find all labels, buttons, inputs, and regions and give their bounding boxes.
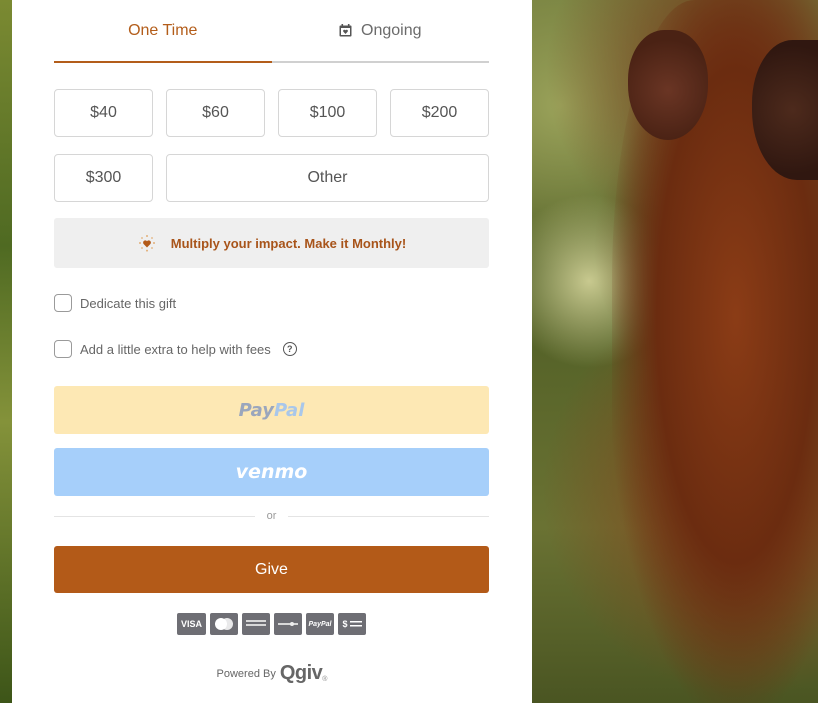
bank-transfer-icon: $ (338, 613, 366, 635)
question-circle-icon[interactable]: ? (282, 342, 297, 356)
powered-by-label: Powered By (216, 667, 276, 680)
baby-orangutan-face (628, 30, 708, 140)
bank-transfer-symbol: $ (342, 619, 348, 629)
or-divider: or (54, 508, 489, 524)
registered-mark-icon: ® (322, 676, 328, 683)
dedicate-gift-option: Dedicate this gift (54, 294, 176, 312)
tab-one-time-label: One Time (128, 21, 198, 39)
dedicate-gift-label: Dedicate this gift (80, 295, 177, 311)
cover-fees-option: Add a little extra to help with fees ? (54, 340, 297, 358)
accepted-payment-icons: VISA PayPal $ (177, 613, 366, 635)
amount-label: $40 (90, 104, 117, 121)
amount-button-60[interactable]: $60 (166, 89, 265, 137)
dedicate-gift-checkbox[interactable] (54, 294, 72, 312)
venmo-logo: venmo (235, 461, 308, 483)
divider-line (288, 515, 489, 517)
paypal-logo-pal: Pal (274, 399, 305, 421)
amount-button-300[interactable]: $300 (54, 154, 153, 202)
heart-sparkle-icon (137, 233, 157, 253)
amount-button-200[interactable]: $200 (390, 89, 489, 137)
other-amount-button[interactable]: Other (166, 154, 489, 202)
give-button[interactable]: Give (54, 546, 489, 593)
tab-one-time[interactable]: One Time (54, 0, 272, 63)
visa-icon: VISA (177, 613, 206, 635)
calendar-heart-icon (339, 24, 352, 37)
venmo-button[interactable]: venmo (54, 448, 489, 496)
amount-label: $300 (85, 169, 122, 186)
amount-button-100[interactable]: $100 (278, 89, 377, 137)
cover-fees-checkbox[interactable] (54, 340, 72, 358)
amex-icon (242, 613, 270, 635)
monthly-upsell-banner[interactable]: Multiply your impact. Make it Monthly! (54, 218, 489, 268)
frequency-tabs: One Time Ongoing (54, 0, 489, 63)
paypal-card-icon: PayPal (306, 613, 334, 635)
qgiv-logo[interactable]: Qgiv (280, 662, 323, 685)
discover-icon (274, 613, 302, 635)
amount-label: $100 (309, 104, 346, 121)
cover-fees-label: Add a little extra to help with fees (80, 341, 271, 357)
monthly-upsell-text: Multiply your impact. Make it Monthly! (170, 235, 407, 251)
amount-button-40[interactable]: $40 (54, 89, 153, 137)
background-photo-left (0, 0, 12, 703)
donation-form: One Time Ongoing $40 $60 $100 $200 $300 (12, 0, 532, 703)
powered-by: Powered By Qgiv ® (12, 662, 532, 685)
paypal-logo-pay: Pay (238, 399, 274, 421)
paypal-button[interactable]: Pay Pal (54, 386, 489, 434)
or-text: or (266, 510, 277, 522)
amount-label: $60 (202, 104, 229, 121)
tab-ongoing-label: Ongoing (361, 21, 422, 39)
mastercard-icon (210, 613, 238, 635)
tab-ongoing[interactable]: Ongoing (271, 0, 489, 63)
other-amount-label: Other (307, 169, 348, 186)
amount-label: $200 (421, 104, 458, 121)
give-label: Give (255, 560, 288, 578)
divider-line (54, 515, 255, 517)
